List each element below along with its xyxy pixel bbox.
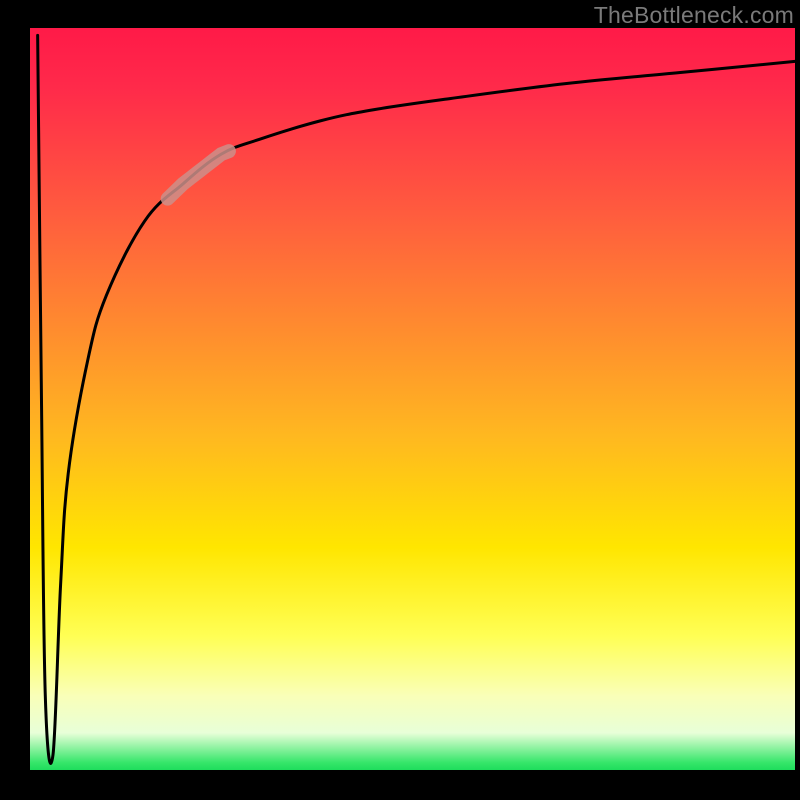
chart-plot-area xyxy=(30,28,795,770)
attribution-watermark: TheBottleneck.com xyxy=(594,2,794,29)
chart-frame: TheBottleneck.com xyxy=(0,0,800,800)
